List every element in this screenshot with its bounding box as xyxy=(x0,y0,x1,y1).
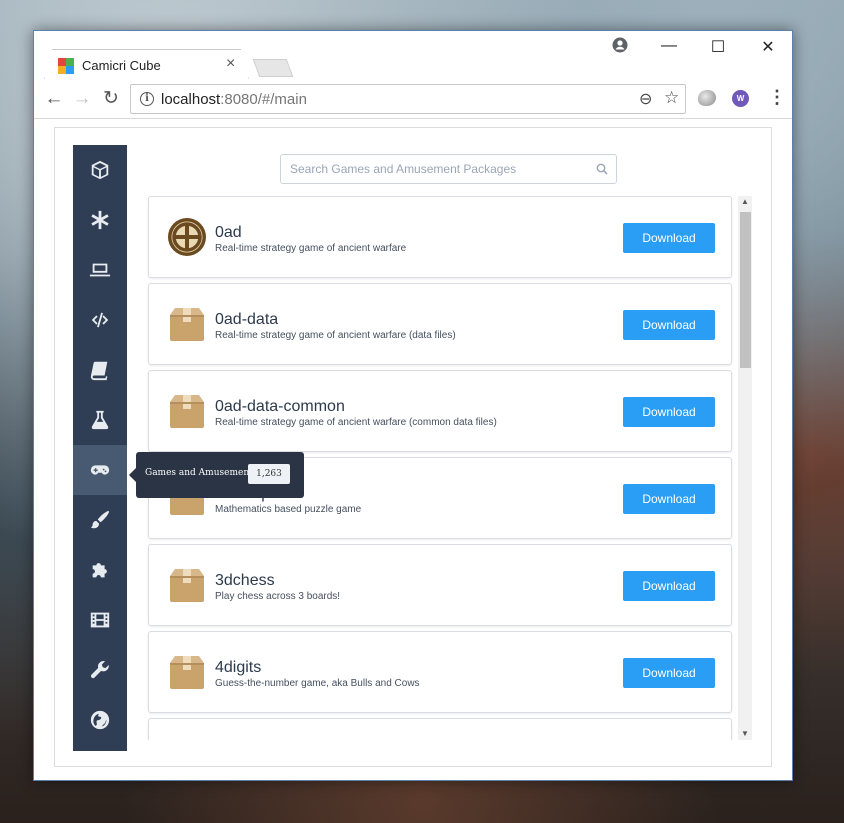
package-description: Play chess across 3 boards! xyxy=(215,591,341,602)
address-bar[interactable]: i localhost:8080/#/main ⊖ ☆ xyxy=(130,84,686,114)
package-box-icon xyxy=(170,569,204,602)
package-card: 0ad-data-common Real-time strategy game … xyxy=(148,370,732,452)
browser-toolbar: ← → ↻ i localhost:8080/#/main ⊖ ☆ W ⋮ xyxy=(34,79,792,119)
package-name: 4digits xyxy=(215,659,262,676)
search-input[interactable] xyxy=(281,155,581,183)
package-description: Real-time strategy game of ancient warfa… xyxy=(215,243,407,254)
flask-icon xyxy=(91,410,109,430)
url-host: localhost xyxy=(161,91,221,108)
package-card: 0ad-data Real-time strategy game of anci… xyxy=(148,283,732,365)
globe-icon xyxy=(90,710,110,730)
package-box-icon xyxy=(170,308,204,341)
category-tooltip: Games and Amusement 1,263 xyxy=(129,452,304,498)
puzzle-icon xyxy=(92,563,107,578)
scroll-down-arrow-icon[interactable]: ▼ xyxy=(738,728,752,740)
url-text: localhost:8080/#/main xyxy=(161,91,307,108)
browser-menu-icon[interactable]: ⋮ xyxy=(768,87,786,108)
package-box-icon xyxy=(170,395,204,428)
asterisk-icon xyxy=(91,210,109,230)
sidebar-item-asterisk[interactable] xyxy=(73,195,127,245)
site-info-icon[interactable]: i xyxy=(140,92,154,106)
extension-icon[interactable] xyxy=(698,90,716,106)
package-name: 0ad-data-common xyxy=(215,398,345,415)
title-bar: Camicri Cube × — ☐ ✕ xyxy=(34,31,792,80)
list-scrollbar[interactable]: ▲ ▼ xyxy=(738,196,752,740)
search-icon[interactable] xyxy=(596,163,608,175)
page-viewport: 0ad Real-time strategy game of ancient w… xyxy=(34,120,792,780)
package-description: Mathematics based puzzle game xyxy=(215,504,362,515)
extension-w-icon[interactable]: W xyxy=(732,90,749,107)
reload-button[interactable]: ↻ xyxy=(99,87,123,111)
gamepad-icon xyxy=(90,465,110,475)
paintbrush-icon xyxy=(90,510,110,529)
scroll-thumb[interactable] xyxy=(740,212,751,368)
tab-close-icon[interactable]: × xyxy=(226,55,235,73)
package-description: Guess-the-number game, aka Bulls and Cow… xyxy=(215,678,420,689)
package-name: 3dchess xyxy=(215,572,275,589)
sidebar-item-tools[interactable] xyxy=(73,645,127,695)
sidebar-item-internet[interactable] xyxy=(73,695,127,745)
wrench-icon xyxy=(91,661,109,679)
zoom-icon[interactable]: ⊖ xyxy=(639,89,652,109)
browser-window: Camicri Cube × — ☐ ✕ ← → ↻ i localhost:8… xyxy=(33,30,793,781)
category-sidebar xyxy=(73,145,127,751)
sidebar-item-video[interactable] xyxy=(73,595,127,645)
new-tab-button[interactable] xyxy=(252,59,294,77)
camicri-cube-favicon-icon xyxy=(58,58,74,74)
download-button[interactable]: Download xyxy=(623,484,715,514)
tooltip-count-badge: 1,263 xyxy=(248,464,290,484)
package-card: 0ad Real-time strategy game of ancient w… xyxy=(148,196,732,278)
bookmark-star-icon[interactable]: ☆ xyxy=(664,88,679,108)
package-card-partial xyxy=(148,718,732,740)
download-button[interactable]: Download xyxy=(623,658,715,688)
close-window-button[interactable]: ✕ xyxy=(753,37,783,57)
package-card: 3dchess Play chess across 3 boards! Down… xyxy=(148,544,732,626)
maximize-button[interactable]: ☐ xyxy=(703,37,733,57)
sidebar-item-science[interactable] xyxy=(73,395,127,445)
scroll-up-arrow-icon[interactable]: ▲ xyxy=(738,196,752,208)
code-icon xyxy=(91,312,109,328)
tab-title: Camicri Cube xyxy=(82,58,161,73)
sidebar-item-graphics[interactable] xyxy=(73,495,127,545)
forward-button[interactable]: → xyxy=(70,87,94,111)
back-button[interactable]: ← xyxy=(42,87,66,111)
sidebar-item-laptop[interactable] xyxy=(73,245,127,295)
profile-icon[interactable] xyxy=(612,37,628,53)
package-name: 0ad xyxy=(215,224,242,241)
download-button[interactable]: Download xyxy=(623,397,715,427)
package-search xyxy=(280,154,617,184)
sidebar-item-addons[interactable] xyxy=(73,545,127,595)
download-button[interactable]: Download xyxy=(623,571,715,601)
tooltip-label: Games and Amusement xyxy=(145,468,253,478)
book-icon xyxy=(90,361,108,381)
laptop-icon xyxy=(89,263,111,277)
sidebar-item-book[interactable] xyxy=(73,345,127,395)
film-icon xyxy=(90,612,110,628)
package-name: 0ad-data xyxy=(215,311,279,328)
download-button[interactable]: Download xyxy=(623,310,715,340)
package-description: Real-time strategy game of ancient warfa… xyxy=(215,330,456,341)
package-box-icon xyxy=(170,656,204,689)
minimize-button[interactable]: — xyxy=(654,37,684,55)
cube-icon xyxy=(91,160,109,180)
0ad-logo-icon xyxy=(168,218,206,256)
sidebar-item-code[interactable] xyxy=(73,295,127,345)
sidebar-item-cube[interactable] xyxy=(73,145,127,195)
download-button[interactable]: Download xyxy=(623,223,715,253)
url-path: :8080/#/main xyxy=(220,91,307,108)
package-card: 4digits Guess-the-number game, aka Bulls… xyxy=(148,631,732,713)
package-description: Real-time strategy game of ancient warfa… xyxy=(215,417,497,428)
sidebar-item-games[interactable] xyxy=(73,445,127,495)
